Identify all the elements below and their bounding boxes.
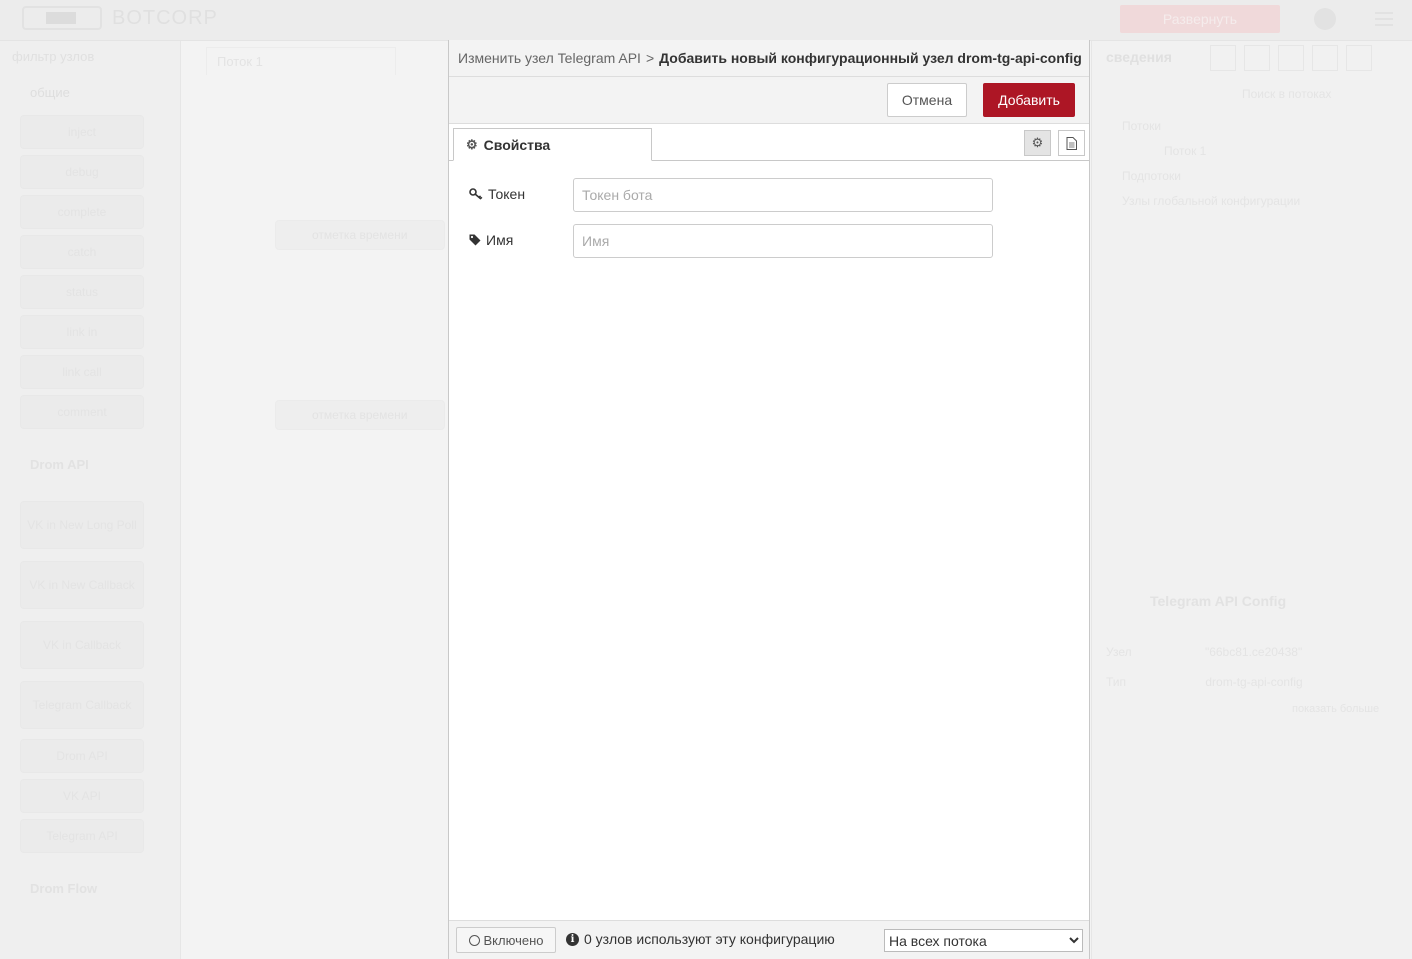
workspace-node: отметка времени [275,400,445,430]
gear-icon: ⚙ [466,136,478,152]
sidebar-kv-value: "66bc81.ce20438" [1204,645,1303,659]
deploy-button: Развернуть [1120,5,1280,33]
sidebar-tab-button [1278,45,1304,71]
menu-icon [1375,12,1393,26]
palette-category-drom-flow: Drom Flow [30,881,98,896]
palette-node: catch [20,235,144,269]
palette-node: VK API [20,779,144,813]
palette-node: inject [20,115,144,149]
name-input[interactable] [573,224,993,258]
logo-text: BOTCORP [112,6,218,29]
name-label: Имя [469,232,513,248]
name-row: Имя [469,224,999,258]
logo-mark [22,6,102,30]
breadcrumb-parent[interactable]: Изменить узел Telegram API [458,50,641,66]
sidebar-kv-value: drom-tg-api-config [1205,675,1303,689]
palette-search: фильтр узлов [12,49,95,64]
breadcrumb-separator: > [645,50,655,66]
token-label: Токен [469,186,525,202]
tab-properties-label: Свойства [483,136,551,153]
palette-category-drom-api: Drom API [30,457,89,472]
usage-text: 0 узлов используют эту конфигурацию [584,931,835,947]
workspace-tab: Поток 1 [206,47,396,75]
usage-info: i 0 узлов используют эту конфигурацию [566,931,835,947]
enabled-toggle[interactable]: Включено [456,927,556,953]
gear-icon: ⚙ [1031,135,1044,150]
sidebar-node-card: Telegram API Config [1102,593,1402,633]
sidebar-title: сведения [1106,49,1172,65]
sidebar-kv-row: Тип drom-tg-api-config [1106,675,1303,689]
toggle-circle-icon [468,934,480,946]
palette-node: debug [20,155,144,189]
sidebar-tree-flows: Потоки [1122,119,1162,133]
app-logo: BOTCORP [22,6,218,30]
sidebar-kv-row: Узел "66bc81.ce20438" [1106,645,1302,659]
name-label-text: Имя [486,232,514,248]
document-icon [1066,136,1077,150]
token-input[interactable] [573,178,993,212]
sidebar-card-title: Telegram API Config [1150,593,1287,609]
sidebar-kv-key: Тип [1106,675,1127,689]
dialog-toolbar: Отмена Добавить [449,77,1089,124]
sidebar-tree-subflows: Подпотоки [1122,169,1181,183]
node-palette: фильтр узлов общие inject debug complete… [0,41,181,959]
palette-node: Telegram API [20,819,144,853]
sidebar-tab-button [1210,45,1236,71]
breadcrumb-current: Добавить новый конфигурационный узел dro… [659,50,1082,66]
palette-node: VK in New Callback [20,561,144,609]
info-sidebar: сведения Поиск в потоках Потоки Поток 1 … [1091,41,1412,959]
palette-node: link call [20,355,144,389]
palette-node: comment [20,395,144,429]
top-header: BOTCORP Развернуть [0,0,1412,41]
palette-node: link in [20,315,144,349]
sidebar-tab-button [1346,45,1372,71]
config-node-dialog: Изменить узел Telegram API > Добавить но… [448,40,1090,959]
sidebar-tab-button [1312,45,1338,71]
sidebar-tab-button [1244,45,1270,71]
sidebar-tree-flow1: Поток 1 [1164,144,1207,158]
tag-icon [469,234,481,246]
token-label-text: Токен [488,186,526,202]
palette-category-common: общие [30,85,70,100]
settings-tab-button[interactable]: ⚙ [1024,130,1051,156]
sidebar-kv-key: Узел [1106,645,1132,659]
workspace-node: отметка времени [275,220,445,250]
description-tab-button[interactable] [1058,130,1085,156]
add-button[interactable]: Добавить [983,83,1075,117]
workspace-tabs: Поток 1 [200,41,448,75]
key-icon [469,188,483,200]
palette-node: VK in New Long Poll [20,501,144,549]
dialog-tabs: ⚙ Свойства ⚙ [449,124,1089,161]
info-icon: i [566,932,579,946]
palette-node: complete [20,195,144,229]
enabled-label: Включено [483,932,544,948]
palette-node: VK in Callback [20,621,144,669]
dialog-title: Изменить узел Telegram API > Добавить но… [449,40,1089,77]
palette-node: status [20,275,144,309]
scope-select[interactable]: На всех потока [884,929,1083,952]
cancel-button[interactable]: Отмена [887,83,967,117]
sidebar-tree-global: Узлы глобальной конфигурации [1122,194,1301,208]
user-icon [1314,8,1336,30]
tab-properties[interactable]: ⚙ Свойства [453,128,652,161]
dialog-footer: Включено i 0 узлов используют эту конфиг… [449,920,1089,959]
token-row: Токен [469,178,999,212]
sidebar-search: Поиск в потоках [1242,87,1332,101]
palette-node: Drom API [20,739,144,773]
palette-node: Telegram Callback [20,681,144,729]
sidebar-show-more: показать больше [1292,703,1380,715]
